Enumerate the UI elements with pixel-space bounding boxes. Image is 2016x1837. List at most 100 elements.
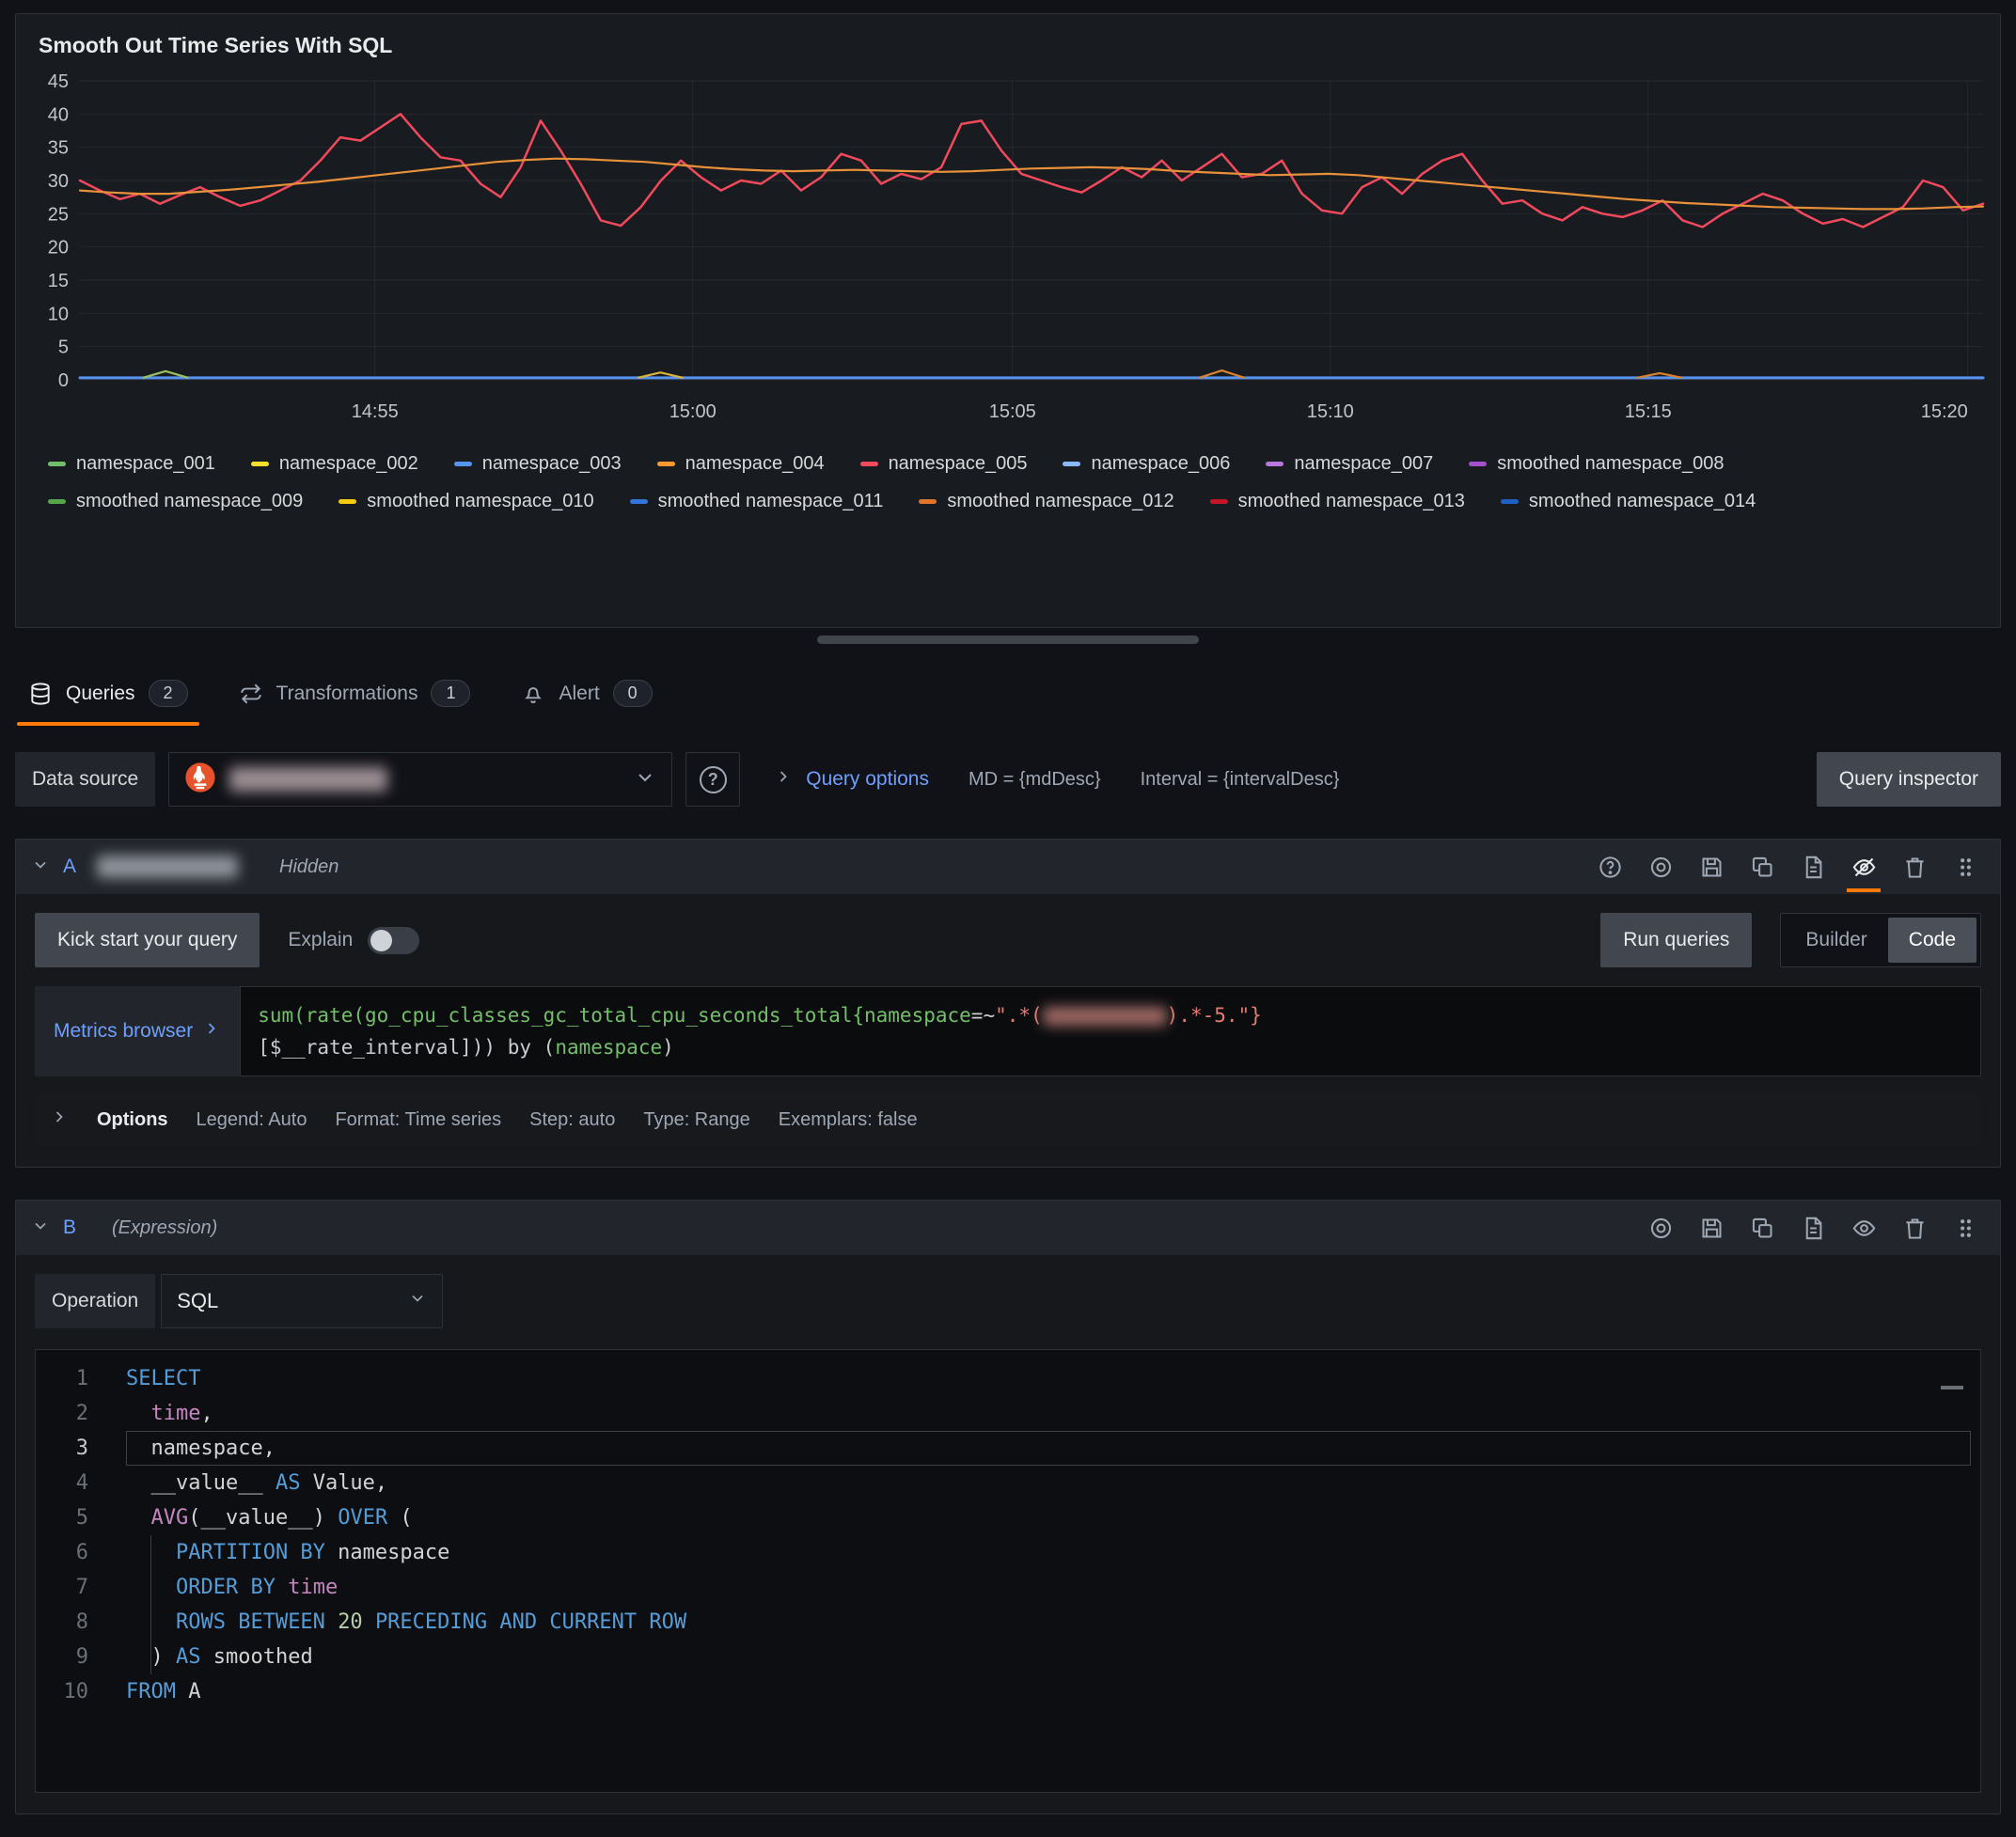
svg-text:15:05: 15:05 [989,401,1036,422]
datasource-picker[interactable] [168,752,672,807]
legend-label: smoothed namespace_012 [947,491,1173,512]
time-series-chart[interactable]: 05101520253035404514:5515:0015:0515:1015… [22,70,1994,438]
record-icon[interactable] [1641,845,1680,888]
query-row-b: B (Expression) Operation SQL [15,1200,2001,1814]
legend-color-dash [251,462,269,466]
eye-icon[interactable] [1844,1206,1883,1249]
legend-item[interactable]: namespace_007 [1266,453,1433,475]
copy-icon[interactable] [1742,845,1782,888]
tab-label: Alert [559,683,599,705]
sql-line[interactable]: 7 ORDER BY time [36,1570,1980,1605]
legend-item[interactable]: namespace_004 [657,453,825,475]
legend-item[interactable]: smoothed namespace_012 [919,491,1173,512]
dashboard-panel: Smooth Out Time Series With SQL 05101520… [15,13,2001,628]
legend-item[interactable]: namespace_003 [454,453,622,475]
sql-line[interactable]: 10FROM A [36,1674,1980,1709]
legend-label: namespace_006 [1091,453,1230,475]
legend-item[interactable]: smoothed namespace_010 [339,491,593,512]
sql-line[interactable]: 1SELECT [36,1361,1980,1396]
query-options-expander[interactable]: Query options [774,767,929,792]
tab-label: Queries [66,683,135,705]
note-icon[interactable] [1793,1206,1833,1249]
legend-item[interactable]: smoothed namespace_011 [630,491,884,512]
sql-line[interactable]: 9 ) AS smoothed [36,1640,1980,1674]
chart-legend: namespace_001 namespace_002 namespace_003 n… [16,438,2000,512]
eye-off-icon[interactable] [1844,845,1883,888]
line-number: 9 [36,1640,126,1674]
query-ref-id: B [63,1217,76,1239]
sql-code-editor[interactable]: 1SELECT2 time,3 namespace,4 __value__ AS… [35,1349,1981,1793]
code-option[interactable]: Code [1888,918,1977,963]
promql-field[interactable]: sum(rate(go_cpu_classes_gc_total_cpu_sec… [240,986,1981,1076]
sql-code-text: PARTITION BY namespace [126,1535,1971,1570]
panel-editor-page: Smooth Out Time Series With SQL 05101520… [0,0,2016,1837]
collapse-chevron-icon[interactable] [31,1217,50,1240]
datasource-help-button[interactable]: ? [685,752,740,807]
datasource-row: Data source ? Query options MD = {mdDesc… [15,752,2001,807]
note-icon[interactable] [1793,845,1833,888]
explain-toggle[interactable] [368,927,419,954]
kick-start-query-button[interactable]: Kick start your query [35,913,260,967]
option-summary-item: Format: Time series [335,1109,501,1131]
svg-text:45: 45 [48,71,69,92]
record-icon[interactable] [1641,1206,1680,1249]
tab-count-badge: 0 [613,680,653,707]
legend-item[interactable]: smoothed namespace_013 [1210,491,1465,512]
legend-item[interactable]: smoothed namespace_014 [1501,491,1756,512]
legend-item[interactable]: namespace_005 [860,453,1028,475]
sql-line[interactable]: 4 __value__ AS Value, [36,1466,1980,1500]
tab-label: Transformations [276,683,418,705]
svg-text:30: 30 [48,171,69,192]
legend-item[interactable]: namespace_002 [251,453,418,475]
panel-resize-handle[interactable] [817,636,1199,644]
operation-select[interactable]: SQL [161,1274,443,1328]
save-icon[interactable] [1692,845,1731,888]
legend-item[interactable]: smoothed namespace_009 [48,491,303,512]
svg-text:10: 10 [48,304,69,324]
sql-code-text: time, [126,1396,1971,1431]
query-a-header[interactable]: A Hidden [16,840,2000,894]
tab-alert[interactable]: Alert 0 [508,661,665,726]
query-inspector-button[interactable]: Query inspector [1817,752,2001,807]
save-icon[interactable] [1692,1206,1731,1249]
metrics-browser-button[interactable]: Metrics browser [35,986,240,1076]
line-number: 3 [36,1431,126,1466]
sql-line[interactable]: 5 AVG(__value__) OVER ( [36,1500,1980,1535]
query-b-header[interactable]: B (Expression) [16,1201,2000,1255]
query-a-actions [1590,845,1985,888]
query-a-body: Kick start your query Explain Run querie… [16,894,2000,1167]
drag-handle-icon[interactable] [1945,1206,1985,1249]
svg-text:14:55: 14:55 [352,401,399,422]
copy-icon[interactable] [1742,1206,1782,1249]
sql-code-text: ORDER BY time [126,1570,1971,1605]
legend-item[interactable]: namespace_001 [48,453,215,475]
query-a-options-row[interactable]: Options Legend: AutoFormat: Time seriesS… [35,1093,1981,1146]
legend-item[interactable]: smoothed namespace_008 [1469,453,1724,475]
builder-option[interactable]: Builder [1785,918,1887,963]
line-number: 6 [36,1535,126,1570]
legend-item[interactable]: namespace_006 [1063,453,1230,475]
svg-text:15: 15 [48,271,69,291]
svg-text:25: 25 [48,204,69,225]
tab-queries[interactable]: Queries 2 [15,661,201,726]
legend-color-dash [630,499,648,504]
tab-transformations[interactable]: Transformations 1 [226,661,484,726]
sql-line[interactable]: 6 PARTITION BY namespace [36,1535,1980,1570]
sql-line[interactable]: 3 namespace, [36,1431,1980,1466]
legend-color-dash [48,499,66,504]
drag-handle-icon[interactable] [1945,845,1985,888]
svg-text:0: 0 [58,370,69,391]
sql-line[interactable]: 2 time, [36,1396,1980,1431]
svg-text:15:20: 15:20 [1921,401,1968,422]
trash-icon[interactable] [1895,1206,1934,1249]
sql-code-text: ) AS smoothed [126,1640,1971,1674]
sql-line[interactable]: 8 ROWS BETWEEN 20 PRECEDING AND CURRENT … [36,1605,1980,1640]
trash-icon[interactable] [1895,845,1934,888]
redacted-datasource-name [229,767,387,792]
legend-label: smoothed namespace_011 [658,491,884,512]
query-help-icon[interactable] [1590,845,1630,888]
run-queries-button[interactable]: Run queries [1600,913,1752,967]
tab-count-badge: 1 [431,680,470,707]
collapse-chevron-icon[interactable] [31,856,50,879]
svg-text:15:15: 15:15 [1625,401,1672,422]
